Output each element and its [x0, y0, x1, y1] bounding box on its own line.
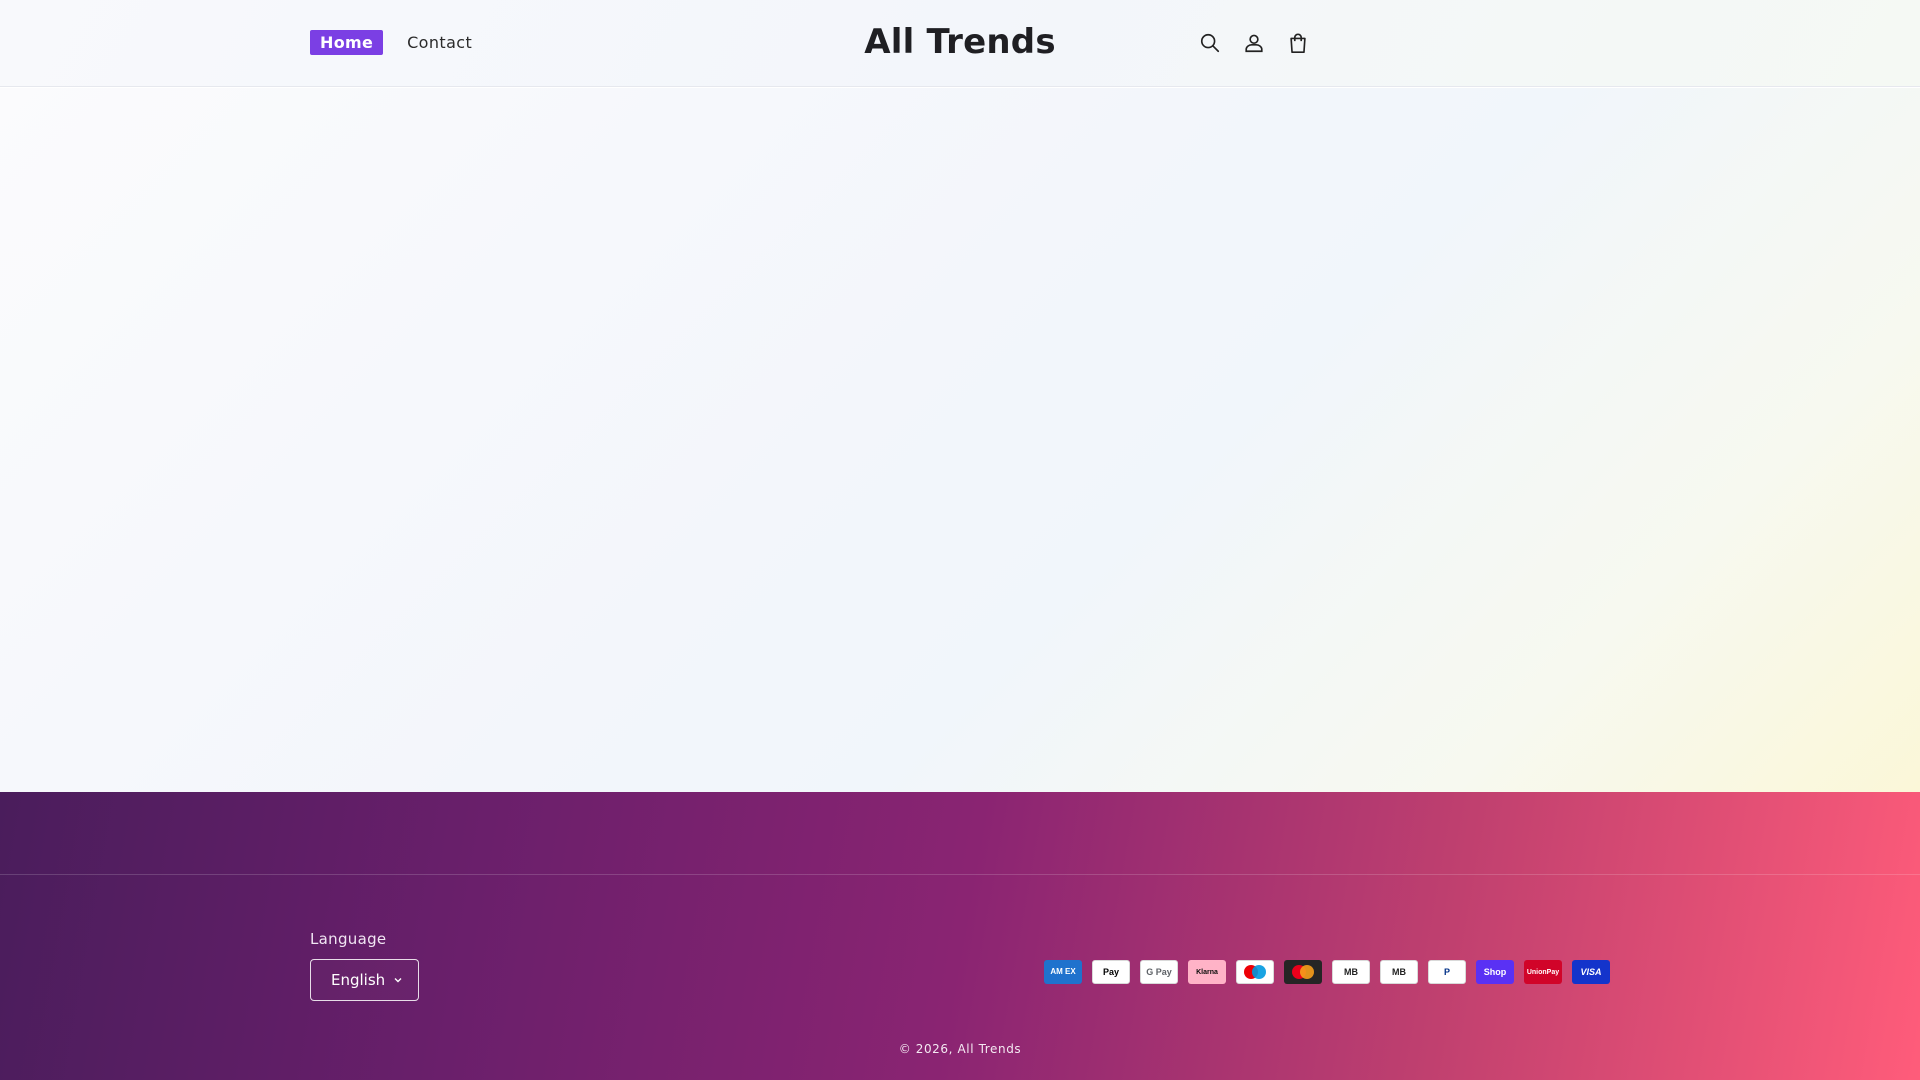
payment-label: VISA	[1580, 967, 1602, 977]
payment-label: Shop	[1483, 967, 1507, 977]
payment-multibanco-icon: MB	[1380, 960, 1418, 984]
payment-maestro-icon	[1236, 960, 1274, 984]
payment-american-express-icon: AM EX	[1044, 960, 1082, 984]
payment-label: Klarna	[1196, 968, 1218, 976]
cart-icon[interactable]	[1286, 30, 1310, 56]
main-content	[0, 88, 1920, 792]
payment-label: MB	[1344, 967, 1358, 977]
header-icons	[1198, 30, 1310, 56]
site-header: Home Contact All Trends	[0, 0, 1920, 87]
site-footer: Language English AM EX Pay G Pay Klarna MB MB…	[0, 792, 1920, 1080]
account-icon[interactable]	[1242, 30, 1266, 56]
payment-unionpay-icon: UnionPay	[1524, 960, 1562, 984]
payment-mastercard-icon	[1284, 960, 1322, 984]
payment-apple-pay-icon: Pay	[1092, 960, 1130, 984]
chevron-down-icon	[394, 978, 402, 983]
payment-visa-icon: VISA	[1572, 960, 1610, 984]
payment-label: Pay	[1102, 967, 1119, 977]
site-logo[interactable]: All Trends	[0, 22, 1920, 62]
payment-shop-pay-icon: Shop	[1476, 960, 1514, 984]
payment-label: UnionPay	[1526, 968, 1560, 976]
payment-label: P	[1443, 967, 1450, 977]
language-selector[interactable]: English	[310, 959, 419, 1001]
copyright-text: © 2026, All Trends	[898, 1042, 1022, 1056]
payment-klarna-icon: Klarna	[1188, 960, 1226, 984]
language-label: Language	[310, 930, 387, 948]
payment-mb-way-icon: MB	[1332, 960, 1370, 984]
payment-icons: AM EX Pay G Pay Klarna MB MB P Shop UnionPay VISA	[1044, 960, 1610, 984]
payment-label: G Pay	[1146, 967, 1172, 977]
search-icon[interactable]	[1198, 30, 1222, 56]
language-value: English	[331, 971, 386, 989]
payment-label: MB	[1392, 967, 1406, 977]
payment-label: AM EX	[1050, 967, 1076, 976]
payment-paypal-icon: P	[1428, 960, 1466, 984]
payment-google-pay-icon: G Pay	[1140, 960, 1178, 984]
footer-divider	[0, 874, 1920, 875]
